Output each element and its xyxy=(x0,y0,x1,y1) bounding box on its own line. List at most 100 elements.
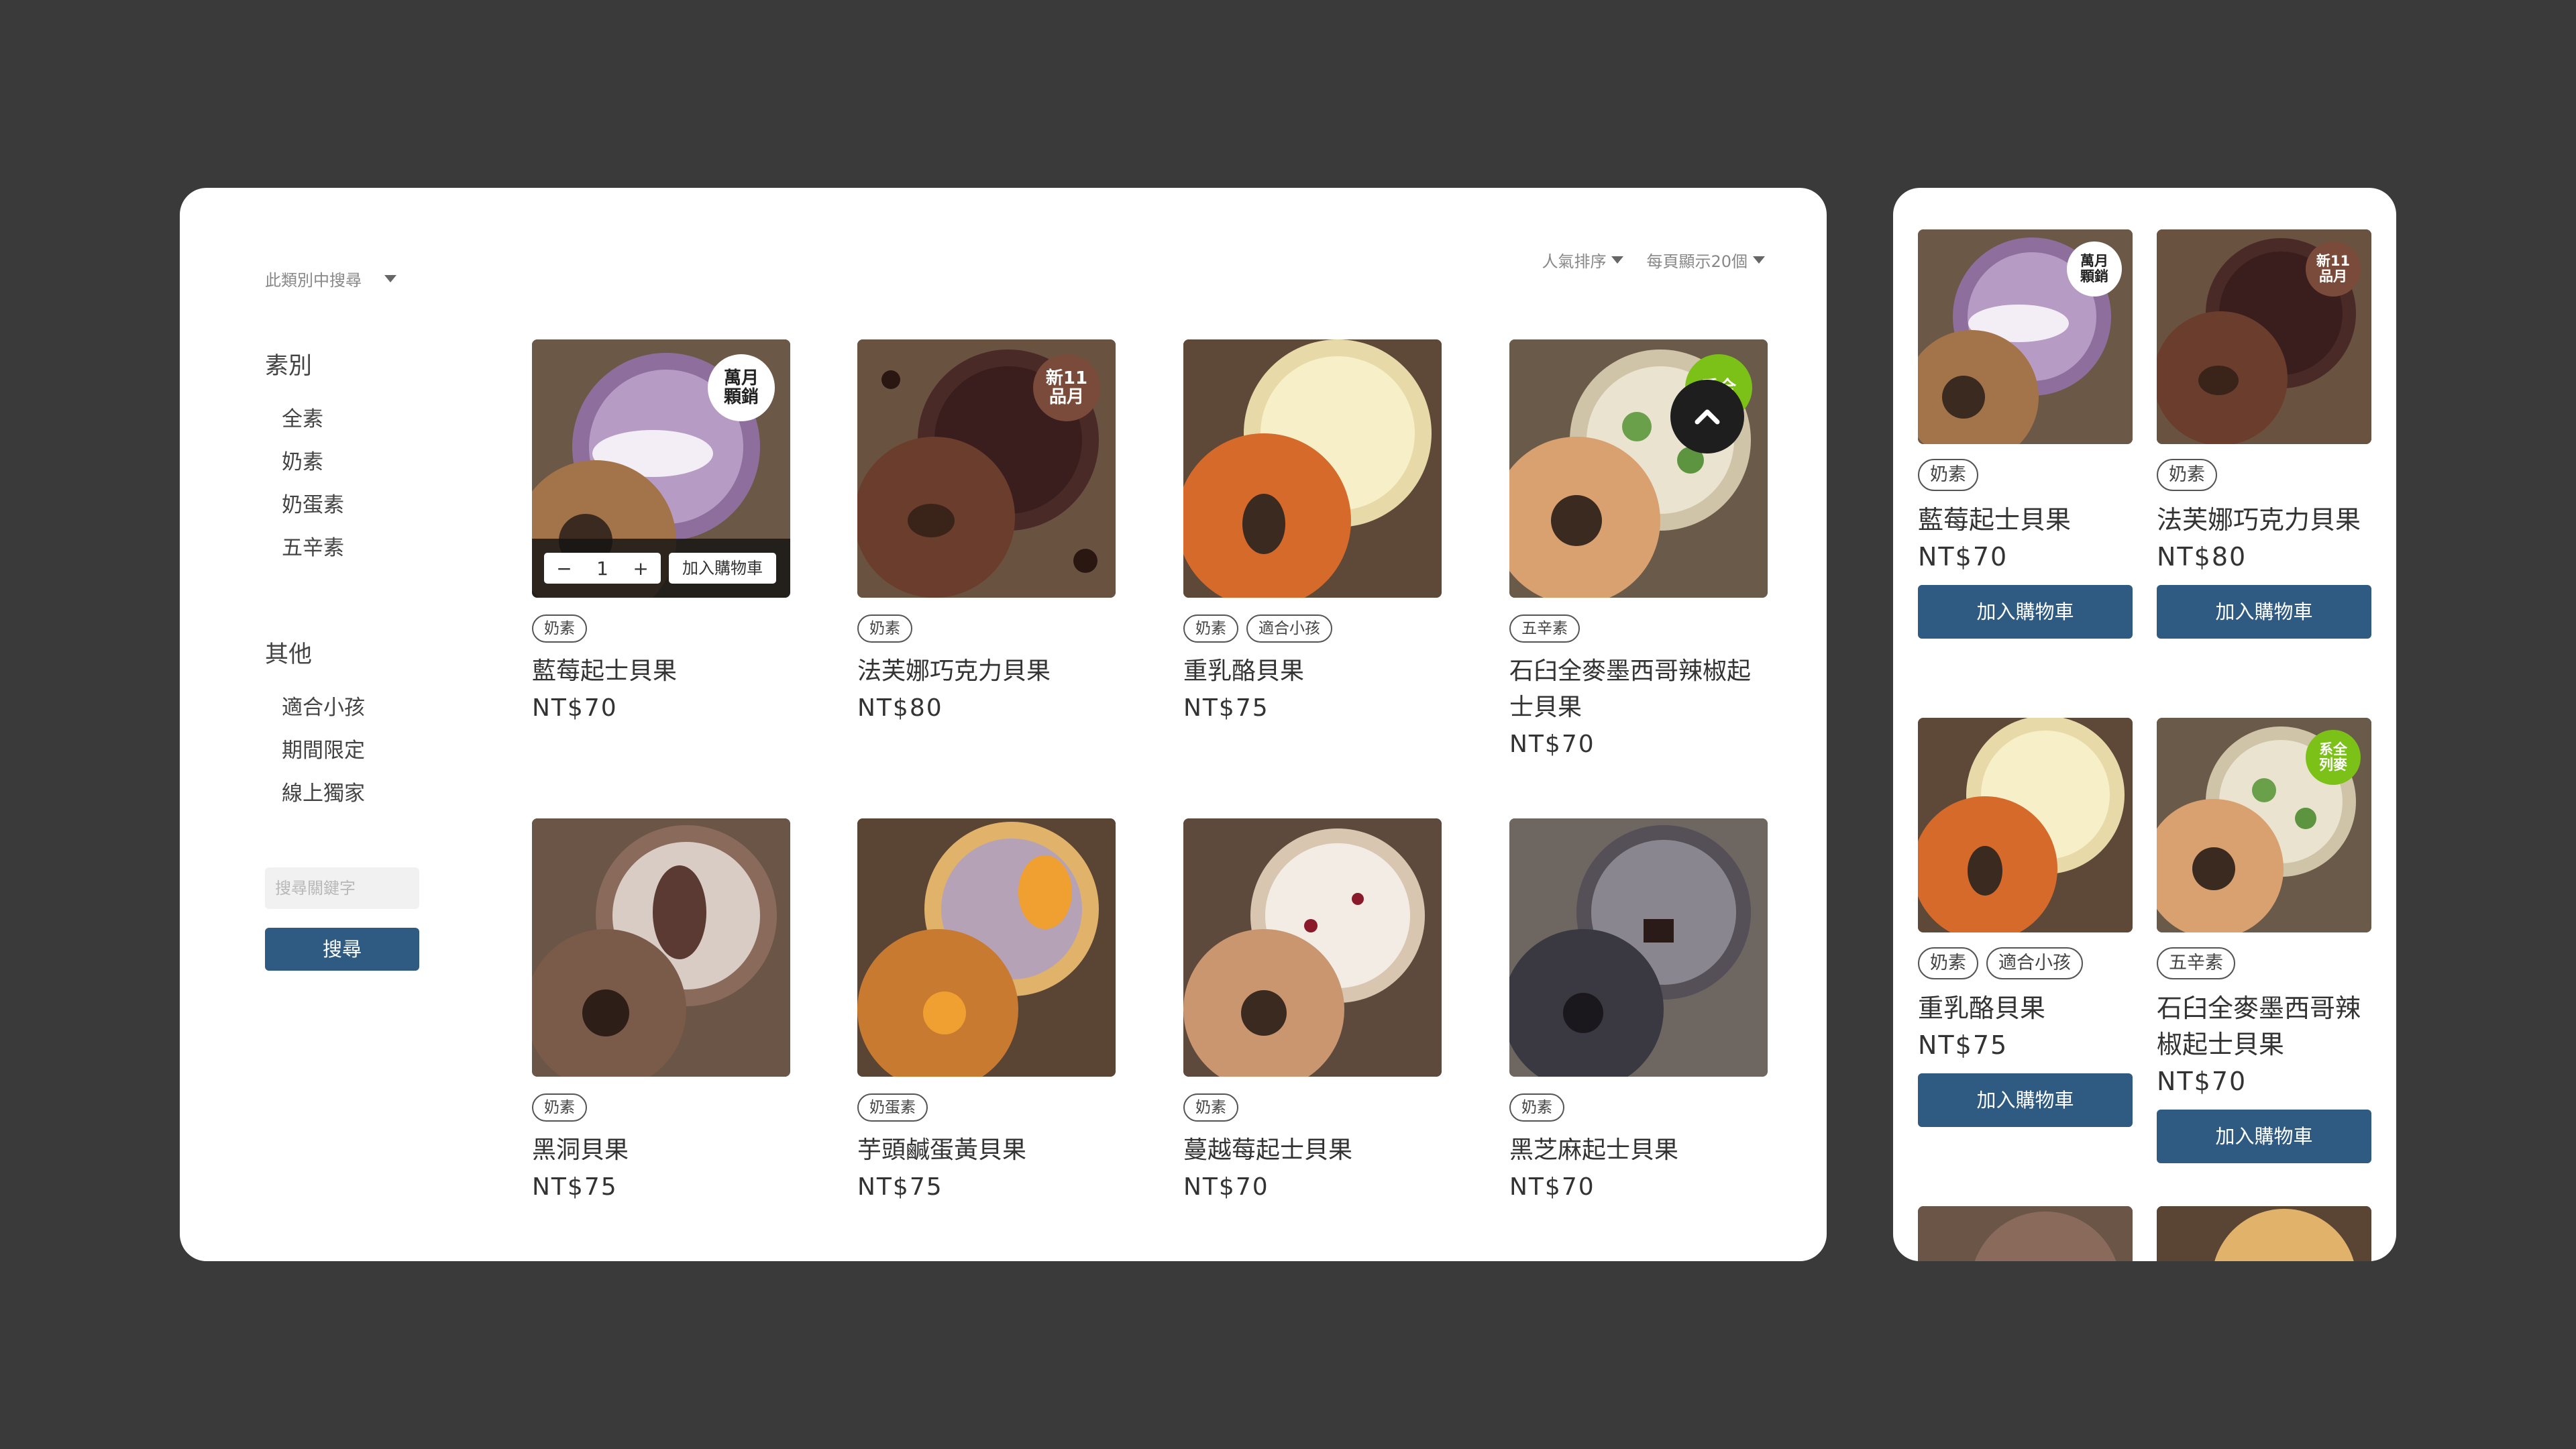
product-name[interactable]: 重乳酪貝果 xyxy=(1183,653,1442,690)
desktop-view: 此類別中搜尋 人氣排序 每頁顯示20個 素別 全素 奶素 奶蛋素 五辛素 其他 … xyxy=(180,188,1827,1261)
diet-tag: 奶素 xyxy=(1918,459,1978,491)
product-price: NT$75 xyxy=(532,1173,618,1201)
tag-list: 奶素 xyxy=(1509,1093,1768,1122)
mobile-view: 萬月 顆銷 奶素 藍莓起士貝果 NT$70 加入購物車 新11 品月 奶素 法芙娜巧… xyxy=(1893,188,2396,1261)
tag-list: 奶素 適合小孩 xyxy=(1183,614,1442,643)
filter-item-kids[interactable]: 適合小孩 xyxy=(282,690,365,720)
tag-list: 奶素 xyxy=(1918,459,2133,491)
search-input[interactable]: 搜尋關鍵字 xyxy=(265,867,419,909)
product-name[interactable]: 藍莓起士貝果 xyxy=(532,653,790,690)
product-image[interactable] xyxy=(1918,1206,2133,1261)
caret-down-icon xyxy=(1753,256,1765,264)
quick-add-bar: − 1 + 加入購物車 xyxy=(532,539,790,598)
caret-down-icon xyxy=(1611,256,1624,264)
product-price: NT$70 xyxy=(1918,542,2008,572)
qty-minus-button[interactable]: − xyxy=(556,557,572,580)
add-to-cart-button[interactable]: 加入購物車 xyxy=(2157,1110,2371,1163)
product-card[interactable]: 奶素 黑芝麻起士貝果 NT$70 xyxy=(1509,818,1768,1206)
search-button[interactable]: 搜尋 xyxy=(265,928,419,971)
product-card[interactable]: 萬月 顆銷 奶素 藍莓起士貝果 NT$70 加入購物車 xyxy=(1918,229,2133,639)
add-to-cart-button[interactable]: 加入購物車 xyxy=(2157,585,2371,639)
product-name[interactable]: 石臼全麥墨西哥辣椒起士貝果 xyxy=(2157,990,2371,1063)
product-image[interactable] xyxy=(2157,1206,2371,1261)
tag-list: 奶素 xyxy=(532,1093,790,1122)
bestseller-badge: 萬月 顆銷 xyxy=(2067,241,2122,297)
product-name[interactable]: 芋頭鹹蛋黃貝果 xyxy=(857,1132,1116,1169)
filter-item-five-pungent[interactable]: 五辛素 xyxy=(282,531,344,561)
product-image[interactable]: 新11 品月 xyxy=(2157,229,2371,444)
product-image[interactable] xyxy=(857,818,1116,1077)
product-image[interactable]: 系全 列麥 xyxy=(2157,718,2371,932)
product-price: NT$80 xyxy=(857,694,943,722)
diet-tag: 奶素 xyxy=(2157,459,2217,491)
product-price: NT$75 xyxy=(857,1173,943,1201)
tag-list: 奶蛋素 xyxy=(857,1093,1116,1122)
sort-popularity-dropdown[interactable]: 人氣排序 xyxy=(1542,248,1624,272)
product-card[interactable]: 系全 列麥 五辛素 石臼全麥墨西哥辣椒起士貝果 NT$70 加入購物車 xyxy=(2157,718,2371,1163)
quantity-stepper[interactable]: − 1 + xyxy=(544,553,661,584)
category-search-dropdown[interactable]: 此類別中搜尋 xyxy=(265,267,396,290)
product-image[interactable]: 新11 品月 xyxy=(857,339,1116,598)
product-name[interactable]: 法芙娜巧克力貝果 xyxy=(857,653,1116,690)
add-to-cart-button[interactable]: 加入購物車 xyxy=(1918,585,2133,639)
new-product-badge: 新11 品月 xyxy=(2306,241,2361,297)
product-card[interactable]: 奶素 適合小孩 重乳酪貝果 NT$75 加入購物車 xyxy=(1918,718,2133,1127)
filter-item-vegan[interactable]: 全素 xyxy=(282,402,323,432)
diet-tag: 奶素 xyxy=(1183,1093,1238,1122)
diet-tag: 奶素 xyxy=(1183,614,1238,643)
qty-value: 1 xyxy=(596,557,608,580)
bestseller-badge: 萬月 顆銷 xyxy=(708,354,775,421)
diet-tag: 五辛素 xyxy=(1509,614,1580,643)
series-badge: 系全 列麥 xyxy=(2306,730,2361,785)
filter-item-lacto-ovo[interactable]: 奶蛋素 xyxy=(282,488,344,518)
product-price: NT$75 xyxy=(1183,694,1269,722)
tag-list: 奶素 xyxy=(1183,1093,1442,1122)
tag-list: 五辛素 xyxy=(1509,614,1768,643)
sort-popularity-label: 人氣排序 xyxy=(1542,252,1607,271)
product-price: NT$80 xyxy=(2157,542,2247,572)
caret-down-icon xyxy=(384,275,396,282)
product-price: NT$75 xyxy=(1918,1030,2008,1060)
qty-plus-button[interactable]: + xyxy=(633,557,648,580)
product-image[interactable]: 萬月 顆銷 − 1 + 加入購物車 xyxy=(532,339,790,598)
product-card[interactable]: 系全 五辛素 石臼全麥墨西哥辣椒起士貝果 NT$70 xyxy=(1509,339,1768,763)
product-price: NT$70 xyxy=(1509,731,1595,758)
product-card[interactable]: 奶蛋素 芋頭鹹蛋黃貝果 NT$75 xyxy=(857,818,1116,1206)
filter-heading-other: 其他 xyxy=(265,641,313,668)
product-card[interactable]: 新11 品月 奶素 法芙娜巧克力貝果 NT$80 xyxy=(857,339,1116,727)
product-image[interactable] xyxy=(532,818,790,1077)
product-card[interactable]: 奶素 黑洞貝果 NT$75 xyxy=(532,818,790,1206)
add-to-cart-button[interactable]: 加入購物車 xyxy=(1918,1073,2133,1127)
category-search-label: 此類別中搜尋 xyxy=(265,271,362,290)
product-name[interactable]: 黑洞貝果 xyxy=(532,1132,790,1169)
product-price: NT$70 xyxy=(2157,1067,2247,1096)
product-image[interactable] xyxy=(1183,339,1442,598)
per-page-dropdown[interactable]: 每頁顯示20個 xyxy=(1646,248,1765,272)
tag-list: 奶素 xyxy=(2157,459,2371,491)
product-image[interactable] xyxy=(1183,818,1442,1077)
product-card[interactable]: 新11 品月 奶素 法芙娜巧克力貝果 NT$80 加入購物車 xyxy=(2157,229,2371,639)
new-product-badge: 新11 品月 xyxy=(1033,354,1100,421)
kids-tag: 適合小孩 xyxy=(1246,614,1332,643)
product-name[interactable]: 法芙娜巧克力貝果 xyxy=(2157,502,2371,538)
product-name[interactable]: 石臼全麥墨西哥辣椒起士貝果 xyxy=(1509,653,1768,726)
filter-item-online-exclusive[interactable]: 線上獨家 xyxy=(282,776,365,806)
product-image[interactable]: 萬月 顆銷 xyxy=(1918,229,2133,444)
product-image[interactable] xyxy=(1918,718,2133,932)
filter-heading-diet: 素別 xyxy=(265,353,313,380)
product-card[interactable]: 奶素 適合小孩 重乳酪貝果 NT$75 xyxy=(1183,339,1442,727)
product-card[interactable]: 萬月 顆銷 − 1 + 加入購物車 奶素 藍莓起士貝果 NT$70 xyxy=(532,339,790,727)
product-image[interactable]: 系全 xyxy=(1509,339,1768,598)
back-to-top-button[interactable] xyxy=(1670,380,1744,453)
filter-item-lacto[interactable]: 奶素 xyxy=(282,445,323,475)
product-name[interactable]: 藍莓起士貝果 xyxy=(1918,502,2133,538)
product-card[interactable]: 奶素 蔓越莓起士貝果 NT$70 xyxy=(1183,818,1442,1206)
add-to-cart-button[interactable]: 加入購物車 xyxy=(669,553,776,584)
product-name[interactable]: 蔓越莓起士貝果 xyxy=(1183,1132,1442,1169)
product-image[interactable] xyxy=(1509,818,1768,1077)
product-name[interactable]: 重乳酪貝果 xyxy=(1918,990,2133,1026)
chevron-up-icon xyxy=(1695,409,1720,425)
product-name[interactable]: 黑芝麻起士貝果 xyxy=(1509,1132,1768,1169)
filter-item-limited[interactable]: 期間限定 xyxy=(282,733,365,763)
kids-tag: 適合小孩 xyxy=(1986,947,2083,979)
